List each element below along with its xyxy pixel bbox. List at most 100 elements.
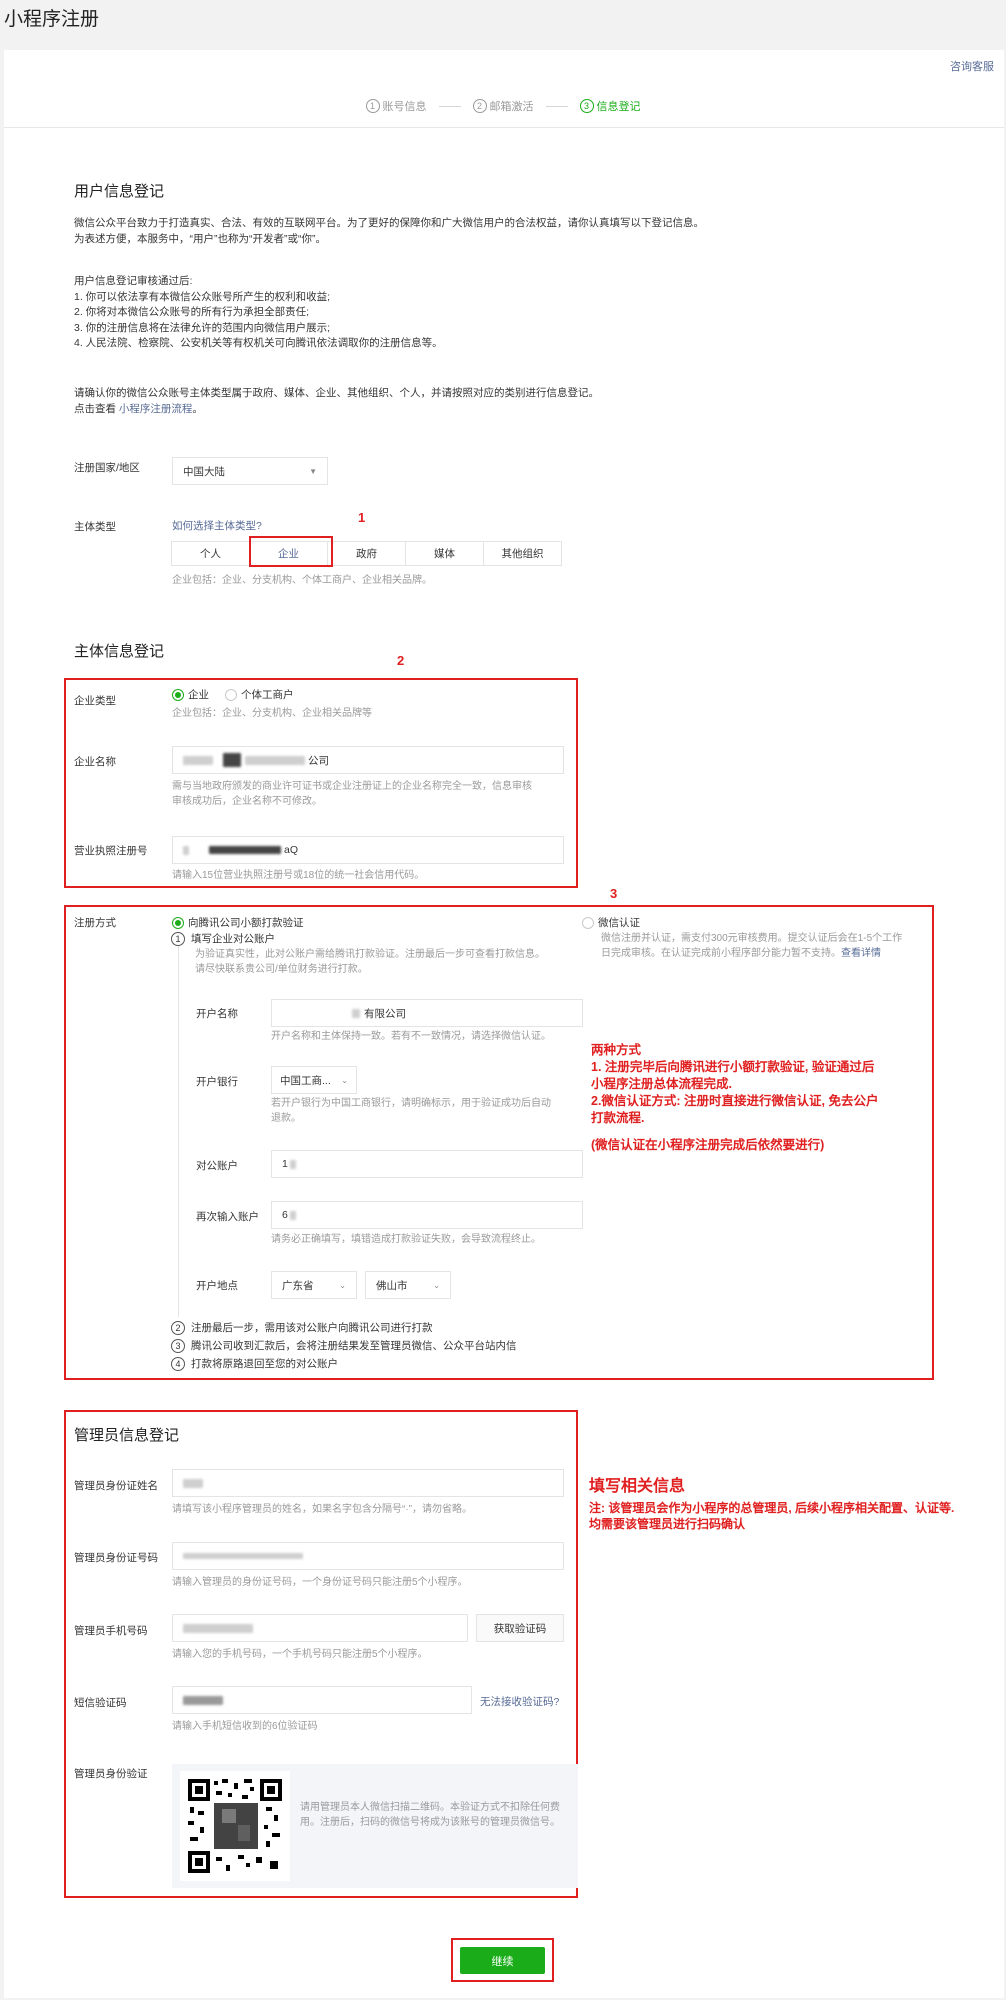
chevron-down-icon: ⌄ bbox=[433, 1280, 440, 1290]
license-hint: 请输入15位营业执照注册号或18位的统一社会信用代码。 bbox=[172, 870, 425, 881]
list-item: 1. 你可以依法享有本微信公众账号所产生的权利和收益; bbox=[74, 290, 331, 303]
annotation-line: 1. 注册完毕后向腾讯进行小额打款验证, 验证通过后 bbox=[591, 1060, 875, 1074]
admin-name-input[interactable] bbox=[172, 1469, 564, 1497]
license-input[interactable]: aQ bbox=[172, 836, 564, 864]
bank-hint: 若开户银行为中国工商银行，请明确标示，用于验证成功后自动 退款。 bbox=[271, 1096, 551, 1126]
hint-line: 微信注册并认证，需支付300元审核费用。提交认证后会在1-5个工作 bbox=[601, 933, 903, 944]
account-label: 对公账户 bbox=[196, 1160, 238, 1172]
sub-step-text: 打款将原路退回至您的对公账户 bbox=[191, 1358, 338, 1370]
step-email: 2 邮箱激活 bbox=[472, 98, 534, 114]
sms-hint: 请输入手机短信收到的6位验证码 bbox=[172, 1721, 318, 1732]
admin-id-label: 管理员身份证号码 bbox=[74, 1552, 158, 1564]
bank-select[interactable]: 中国工商... ⌄ bbox=[271, 1066, 357, 1094]
sub-step-1-hint: 为验证真实性，此对公账户需给腾讯打款验证。注册最后一步可查看打款信息。 请尽快联… bbox=[195, 947, 545, 977]
subject-type-segments: 个人 企业 政府 媒体 其他组织 bbox=[171, 541, 562, 566]
hint-line: 为验证真实性，此对公账户需给腾讯打款验证。注册最后一步可查看打款信息。 bbox=[195, 949, 545, 960]
redacted-text bbox=[183, 755, 213, 765]
account-name-value: 有限公司 bbox=[364, 1007, 406, 1020]
account-name-label: 开户名称 bbox=[196, 1008, 238, 1020]
admin-phone-label: 管理员手机号码 bbox=[74, 1625, 148, 1637]
user-info-rights: 用户信息登记审核通过后: 1. 你可以依法享有本微信公众账号所产生的权利和收益;… bbox=[74, 274, 774, 352]
sub-step-3: 3 腾讯公司收到汇款后，会将注册结果发至管理员微信、公众平台站内信 bbox=[171, 1338, 517, 1353]
city-select[interactable]: 佛山市 ⌄ bbox=[365, 1271, 451, 1299]
admin-phone-input[interactable] bbox=[172, 1614, 468, 1642]
sub-step-text: 注册最后一步，需用该对公账户向腾讯公司进行打款 bbox=[191, 1322, 433, 1334]
subject-label: 主体类型 bbox=[74, 521, 116, 533]
license-label: 营业执照注册号 bbox=[74, 845, 148, 857]
user-info-intro: 微信公众平台致力于打造真实、合法、有效的互联网平台。为了更好的保障你和广大微信用… bbox=[74, 216, 774, 247]
flow-suffix: 。 bbox=[192, 402, 203, 415]
get-code-button[interactable]: 获取验证码 bbox=[476, 1614, 564, 1642]
account-confirm-input[interactable]: 6 bbox=[271, 1201, 583, 1229]
sms-input[interactable] bbox=[172, 1686, 472, 1714]
list-head: 用户信息登记审核通过后: bbox=[74, 275, 193, 287]
intro-line: 为表述方便，本服务中，“用户”也称为“开发者”或“你”。 bbox=[74, 232, 326, 245]
subject-hint: 企业包括：企业、分支机构、个体工商户、企业相关品牌。 bbox=[172, 575, 432, 586]
annotation-line: 2.微信认证方式: 注册时直接进行微信认证, 免去公户 bbox=[591, 1094, 879, 1108]
company-type-enterprise[interactable]: 企业 bbox=[172, 687, 209, 702]
list-item: 4. 人民法院、检察院、公安机关等有权机关可向腾讯依法调取你的注册信息等。 bbox=[74, 337, 443, 349]
subject-type-personal[interactable]: 个人 bbox=[171, 541, 250, 566]
sub-step-1: 1 填写企业对公账户 bbox=[171, 931, 275, 946]
company-name-hint: 需与当地政府颁发的商业许可证书或企业注册证上的企业名称完全一致，信息审核 审核成… bbox=[172, 779, 532, 809]
admin-name-label: 管理员身份证姓名 bbox=[74, 1480, 158, 1492]
hint-text: 日完成审核。在认证完成前小程序部分能力暂不支持。 bbox=[601, 948, 841, 959]
province-value: 广东省 bbox=[282, 1279, 314, 1292]
progress-steps: 1 账号信息 2 邮箱激活 3 信息登记 bbox=[0, 98, 1006, 114]
sub-step-text: 腾讯公司收到汇款后，会将注册结果发至管理员微信、公众平台站内信 bbox=[191, 1340, 517, 1352]
intro-line: 微信公众平台致力于打造真实、合法、有效的互联网平台。为了更好的保障你和广大微信用… bbox=[74, 217, 704, 229]
annotation-fill-title: 填写相关信息 bbox=[589, 1478, 686, 1495]
sms-help-link[interactable]: 无法接收验证码? bbox=[480, 1694, 559, 1709]
details-link[interactable]: 查看详情 bbox=[841, 948, 881, 959]
step-info: 3 信息登记 bbox=[579, 98, 641, 114]
step-number-icon: 2 bbox=[171, 1320, 185, 1335]
subject-help-link[interactable]: 如何选择主体类型? bbox=[172, 518, 262, 533]
company-name-label: 企业名称 bbox=[74, 756, 116, 768]
redacted-text bbox=[183, 1478, 203, 1488]
admin-verify-hint: 请用管理员本人微信扫描二维码。本验证方式不扣除任何费用。注册后，扫码的微信号将成… bbox=[300, 1802, 560, 1828]
register-method-wechat-auth[interactable]: 微信认证 bbox=[582, 915, 640, 930]
help-link[interactable]: 咨询客服 bbox=[950, 58, 994, 74]
account-confirm-label: 再次输入账户 bbox=[196, 1211, 259, 1223]
annotation-methods: 两种方式 1. 注册完毕后向腾讯进行小额打款验证, 验证通过后 小程序注册总体流… bbox=[591, 1042, 879, 1154]
account-value: 1 bbox=[282, 1158, 288, 1170]
redacted-text bbox=[245, 755, 305, 765]
step-number: 3 bbox=[579, 99, 594, 113]
company-type-radios: 企业 个体工商户 bbox=[172, 687, 294, 702]
account-name-input[interactable]: 有限公司 bbox=[271, 999, 583, 1027]
subject-type-media[interactable]: 媒体 bbox=[405, 541, 484, 566]
register-method-label: 注册方式 bbox=[74, 917, 116, 929]
company-name-input[interactable]: 公司 bbox=[172, 746, 564, 774]
chevron-down-icon: ⌄ bbox=[341, 1075, 348, 1085]
redacted-text bbox=[223, 753, 241, 767]
location-label: 开户地点 bbox=[196, 1280, 238, 1292]
subject-type-other[interactable]: 其他组织 bbox=[483, 541, 562, 566]
step-label: 邮箱激活 bbox=[489, 101, 534, 113]
annotation-line: 小程序注册总体流程完成. bbox=[591, 1077, 732, 1091]
radio-label: 微信认证 bbox=[598, 917, 640, 929]
flow-link[interactable]: 小程序注册流程 bbox=[119, 403, 193, 415]
radio-label: 向腾讯公司小额打款验证 bbox=[188, 917, 304, 929]
region-label: 注册国家/地区 bbox=[74, 462, 140, 474]
redacted-text bbox=[352, 1008, 360, 1018]
region-select[interactable]: 中国大陆 ▼ bbox=[172, 457, 328, 485]
company-type-individual[interactable]: 个体工商户 bbox=[225, 687, 294, 702]
list-item: 3. 你的注册信息将在法律允许的范围内向微信用户展示; bbox=[74, 321, 331, 334]
annotation-line: 打款流程. bbox=[591, 1111, 645, 1125]
hint-line: 需与当地政府颁发的商业许可证书或企业注册证上的企业名称完全一致，信息审核 bbox=[172, 781, 532, 792]
admin-title: 管理员信息登记 bbox=[74, 1427, 180, 1444]
subject-type-government[interactable]: 政府 bbox=[327, 541, 406, 566]
caret-down-icon: ▼ bbox=[309, 466, 317, 476]
admin-id-input[interactable] bbox=[172, 1542, 564, 1570]
step-timeline bbox=[178, 945, 179, 1317]
account-input[interactable]: 1 bbox=[271, 1150, 583, 1178]
continue-button[interactable]: 继续 bbox=[460, 1947, 545, 1974]
register-method-transfer[interactable]: 向腾讯公司小额打款验证 bbox=[172, 915, 304, 930]
step-divider bbox=[545, 105, 568, 107]
province-select[interactable]: 广东省 ⌄ bbox=[271, 1271, 357, 1299]
step-divider bbox=[438, 105, 461, 107]
annotation-line: (微信认证在小程序注册完成后依然要进行) bbox=[591, 1138, 825, 1152]
bank-value: 中国工商... bbox=[280, 1074, 331, 1087]
step-number-icon: 4 bbox=[171, 1356, 185, 1371]
redacted-text bbox=[183, 1553, 303, 1559]
